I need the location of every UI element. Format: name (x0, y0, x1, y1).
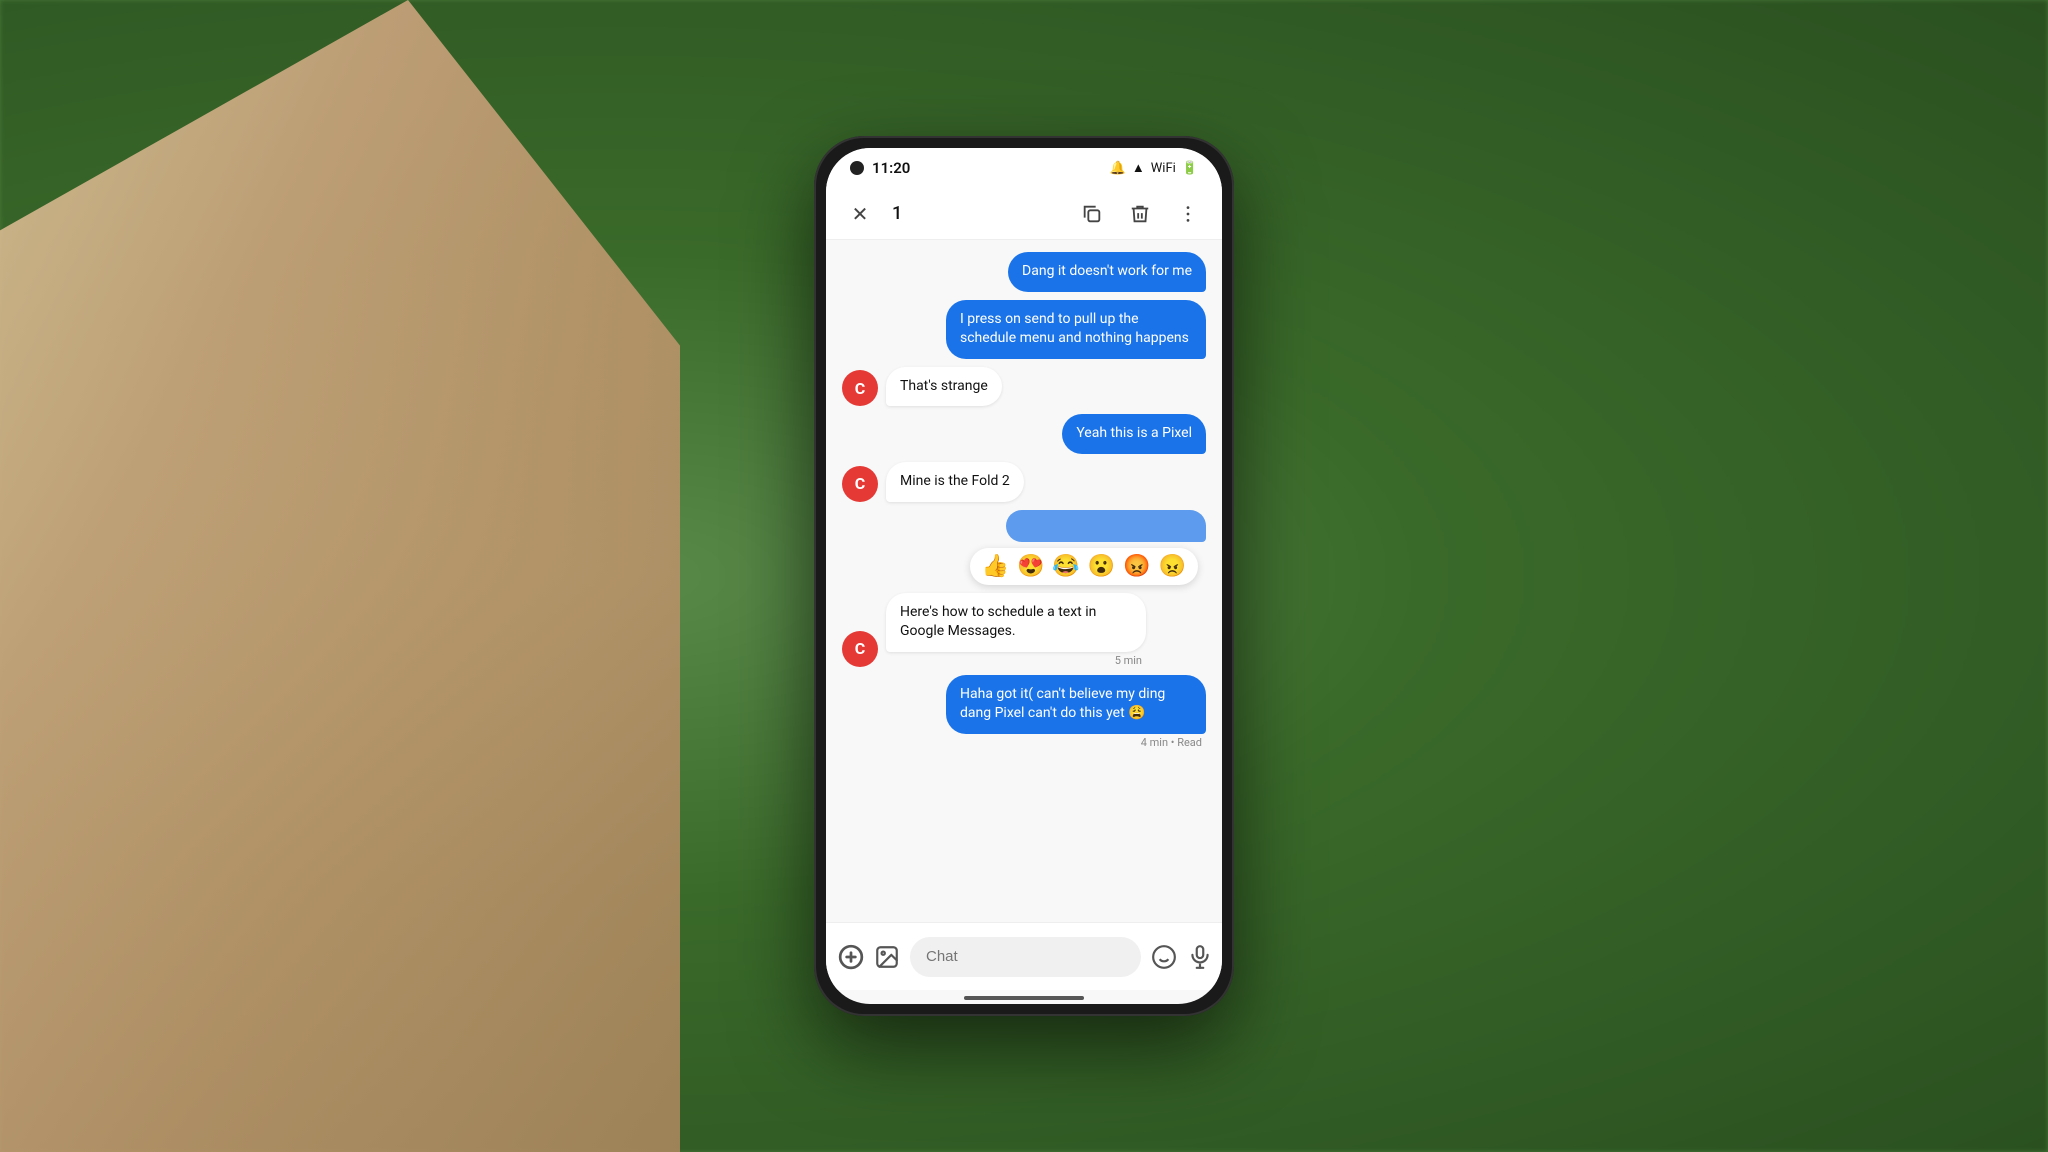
battery-icon: 🔋 (1182, 161, 1198, 176)
vibrate-icon: 🔔 (1110, 161, 1126, 176)
phone-screen: 11:20 🔔 ▲ WiFi 🔋 ✕ 1 (826, 148, 1222, 1004)
message-row: Dang it doesn't work for me (842, 252, 1206, 292)
image-button[interactable] (874, 937, 900, 977)
chat-input[interactable] (910, 937, 1141, 977)
message-row: Haha got it( can't believe my ding dang … (842, 675, 1206, 749)
emoji-angry[interactable]: 😡 (1123, 554, 1150, 579)
selection-count: 1 (892, 203, 902, 224)
messages-area[interactable]: Dang it doesn't work for me I press on s… (826, 240, 1222, 922)
partial-message-bubble (1006, 510, 1206, 542)
avatar: C (842, 466, 878, 502)
action-bar: ✕ 1 (826, 188, 1222, 240)
status-bar: 11:20 🔔 ▲ WiFi 🔋 (826, 148, 1222, 188)
emoji-thumbsup[interactable]: 👍 (982, 554, 1009, 579)
delete-button[interactable] (1122, 196, 1158, 232)
message-row: I press on send to pull up the schedule … (842, 300, 1206, 359)
close-button[interactable]: ✕ (842, 196, 878, 232)
message-timestamp: 5 min (886, 654, 1146, 667)
message-bubble[interactable]: Mine is the Fold 2 (886, 462, 1024, 502)
message-bubble[interactable]: Dang it doesn't work for me (1008, 252, 1206, 292)
emoji-surprised[interactable]: 😮 (1088, 554, 1115, 579)
status-icons: 🔔 ▲ WiFi 🔋 (1110, 160, 1198, 176)
more-options-button[interactable] (1170, 196, 1206, 232)
emoji-pouting[interactable]: 😠 (1159, 554, 1186, 579)
avatar: C (842, 370, 878, 406)
message-bubble[interactable]: I press on send to pull up the schedule … (946, 300, 1206, 359)
add-button[interactable] (838, 937, 864, 977)
message-bubble[interactable]: That's strange (886, 367, 1002, 407)
emoji-heart-eyes[interactable]: 😍 (1017, 554, 1044, 579)
message-bubble[interactable]: Haha got it( can't believe my ding dang … (946, 675, 1206, 734)
emoji-laughing[interactable]: 😂 (1052, 554, 1079, 579)
message-row: C Here's how to schedule a text in Googl… (842, 593, 1206, 667)
home-indicator (964, 996, 1084, 1000)
message-timestamp: 4 min • Read (946, 736, 1206, 749)
copy-button[interactable] (1074, 196, 1110, 232)
message-row: C That's strange (842, 367, 1206, 407)
signal-icon: ▲ (1132, 160, 1145, 176)
avatar: C (842, 631, 878, 667)
message-row: Yeah this is a Pixel (842, 414, 1206, 454)
emoji-reaction-bar[interactable]: 👍 😍 😂 😮 😡 😠 (970, 548, 1198, 585)
camera-dot (850, 161, 864, 175)
message-row: C Mine is the Fold 2 (842, 462, 1206, 502)
message-bubble[interactable]: Here's how to schedule a text in Google … (886, 593, 1146, 652)
message-bubble[interactable]: Yeah this is a Pixel (1062, 414, 1206, 454)
emoji-button[interactable] (1151, 937, 1177, 977)
input-bar (826, 922, 1222, 990)
mic-button[interactable] (1187, 937, 1213, 977)
phone-device: 11:20 🔔 ▲ WiFi 🔋 ✕ 1 (814, 136, 1234, 1016)
status-time: 11:20 (872, 159, 910, 177)
wifi-icon: WiFi (1151, 161, 1176, 176)
